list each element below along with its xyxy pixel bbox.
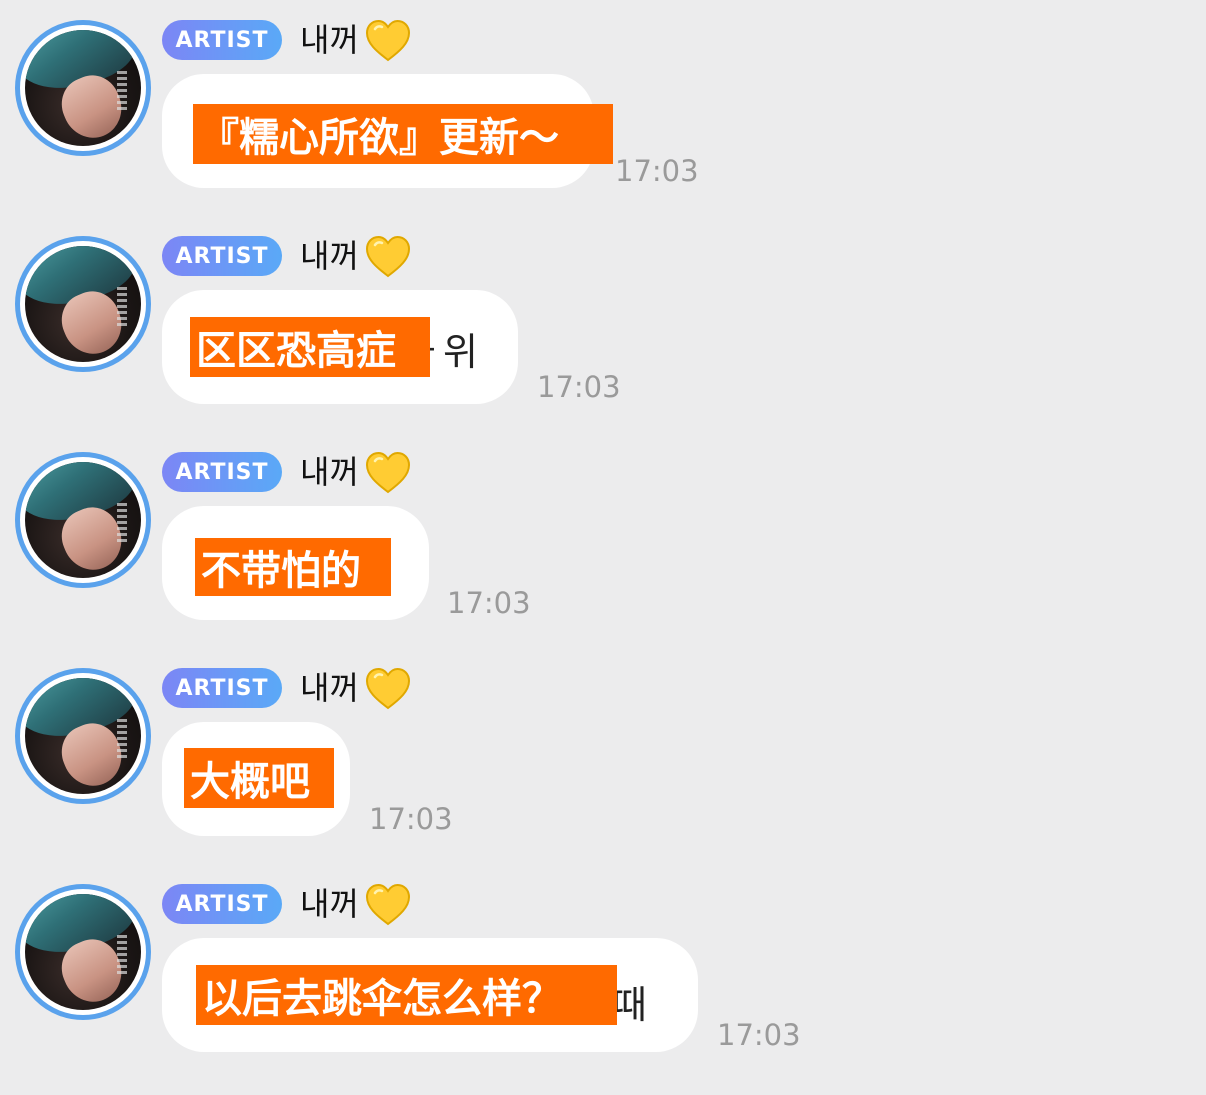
yellow-heart-icon: [365, 19, 411, 62]
message-text-korean: 때: [612, 983, 647, 1027]
message-caption: 区区恐高症: [190, 317, 430, 377]
message-bubble[interactable]: 때 以后去跳伞怎么样？: [162, 938, 698, 1052]
artist-badge: ARTIST: [162, 236, 282, 276]
artist-badge: ARTIST: [162, 884, 282, 924]
message-time: 17:03: [615, 154, 699, 188]
sender-name: 내꺼: [300, 669, 359, 707]
chat-message: ARTIST 내꺼 『糯心所欲』更新～ 17:03: [0, 0, 1206, 216]
message-time: 17:03: [369, 802, 453, 836]
message-bubble[interactable]: 大概吧: [162, 722, 350, 836]
avatar-photo: [25, 246, 141, 362]
message-caption: 『糯心所欲』更新～: [193, 104, 613, 164]
sender-name: 내꺼: [300, 21, 359, 59]
message-time: 17:03: [537, 370, 621, 404]
chat-message: ARTIST 내꺼 ㅏ위 区区恐高症 17:03: [0, 216, 1206, 432]
message-time: 17:03: [447, 586, 531, 620]
message-caption: 不带怕的: [195, 538, 391, 596]
message-bubble[interactable]: 不带怕的: [162, 506, 429, 620]
chat-message: ARTIST 내꺼 大概吧 17:03: [0, 648, 1206, 864]
message-caption: 以后去跳伞怎么样？: [196, 965, 617, 1025]
message-bubble[interactable]: 『糯心所欲』更新～: [162, 74, 613, 188]
artist-avatar[interactable]: [15, 668, 151, 804]
message-bubble[interactable]: ㅏ위 区区恐高症: [162, 290, 518, 404]
yellow-heart-icon: [365, 451, 411, 494]
artist-badge: ARTIST: [162, 668, 282, 708]
avatar-photo: [25, 30, 141, 146]
avatar-photo: [25, 462, 141, 578]
avatar-photo: [25, 678, 141, 794]
artist-badge: ARTIST: [162, 452, 282, 492]
artist-avatar[interactable]: [15, 20, 151, 156]
chat-message: ARTIST 내꺼 不带怕的 17:03: [0, 432, 1206, 648]
yellow-heart-icon: [365, 883, 411, 926]
sender-name: 내꺼: [300, 885, 359, 923]
sender-name: 내꺼: [300, 453, 359, 491]
artist-avatar[interactable]: [15, 884, 151, 1020]
message-caption: 大概吧: [184, 748, 334, 808]
sender-name: 내꺼: [300, 237, 359, 275]
yellow-heart-icon: [365, 667, 411, 710]
message-time: 17:03: [717, 1018, 801, 1052]
chat-message: ARTIST 내꺼 때 以后去跳伞怎么样？ 17:03: [0, 864, 1206, 1080]
artist-badge: ARTIST: [162, 20, 282, 60]
artist-avatar[interactable]: [15, 452, 151, 588]
avatar-photo: [25, 894, 141, 1010]
artist-avatar[interactable]: [15, 236, 151, 372]
yellow-heart-icon: [365, 235, 411, 278]
